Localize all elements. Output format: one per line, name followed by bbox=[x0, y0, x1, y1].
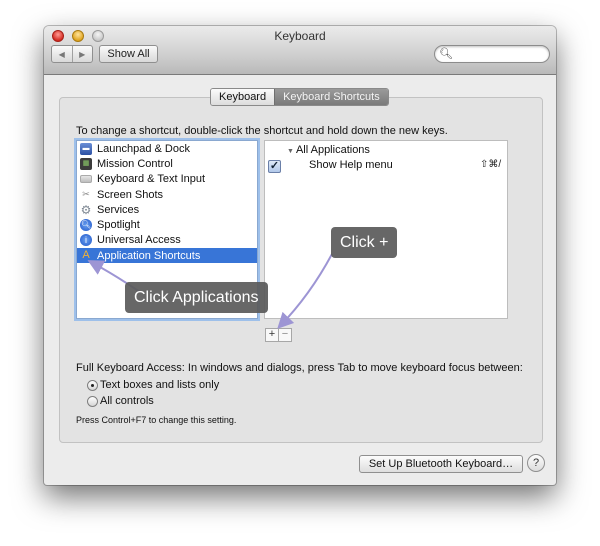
category-item-universal-access[interactable]: i Universal Access bbox=[77, 233, 257, 248]
category-item-keyboard-text-input[interactable]: Keyboard & Text Input bbox=[77, 172, 257, 187]
tab-keyboard-shortcuts[interactable]: Keyboard Shortcuts bbox=[274, 89, 388, 105]
control-f7-hint: Press Control+F7 to change this setting. bbox=[76, 415, 237, 425]
screenshot-icon: ✂ bbox=[82, 189, 90, 200]
shortcut-enabled-checkbox[interactable]: ✓ bbox=[268, 160, 281, 173]
shortcut-group-all-applications[interactable]: ▼ All Applications bbox=[287, 144, 370, 156]
shortcut-name: Show Help menu bbox=[309, 159, 393, 171]
nav-back-forward: ◀ ▶ bbox=[51, 45, 93, 63]
mission-control-icon: ▦ bbox=[80, 157, 92, 170]
search-field[interactable]: 🔍︎ bbox=[434, 45, 550, 63]
callout-click-plus: Click + bbox=[331, 227, 398, 258]
services-gear-icon: ⚙ bbox=[80, 202, 92, 217]
category-item-screen-shots[interactable]: ✂ Screen Shots bbox=[77, 187, 257, 202]
shortcut-row[interactable]: ✓ Show Help menu ⇧⌘/ bbox=[268, 159, 504, 173]
titlebar: Keyboard ◀ ▶ Show All 🔍︎ bbox=[44, 26, 556, 75]
full-keyboard-access-label: Full Keyboard Access: In windows and dia… bbox=[76, 362, 523, 374]
radio-button-selected[interactable] bbox=[87, 379, 98, 391]
radio-text-boxes-lists[interactable]: Text boxes and lists only bbox=[87, 379, 219, 391]
setup-bluetooth-keyboard-button[interactable]: Set Up Bluetooth Keyboard… bbox=[359, 455, 523, 473]
app-shortcuts-icon: A bbox=[82, 249, 90, 262]
remove-shortcut-button[interactable]: − bbox=[279, 328, 292, 342]
universal-access-icon: i bbox=[80, 234, 92, 247]
add-shortcut-button[interactable]: + bbox=[265, 328, 279, 342]
category-item-services[interactable]: ⚙ Services bbox=[77, 202, 257, 217]
forward-arrow-icon[interactable]: ▶ bbox=[73, 46, 93, 62]
disclosure-triangle-icon[interactable]: ▼ bbox=[287, 148, 294, 155]
back-arrow-icon[interactable]: ◀ bbox=[52, 46, 73, 62]
category-item-launchpad-dock[interactable]: ▬ Launchpad & Dock bbox=[77, 141, 257, 156]
instruction-text: To change a shortcut, double-click the s… bbox=[76, 125, 448, 137]
radio-all-controls[interactable]: All controls bbox=[87, 395, 154, 407]
help-button[interactable]: ? bbox=[527, 454, 545, 472]
magnifier-icon: 🔍︎ bbox=[439, 48, 453, 60]
window-title: Keyboard bbox=[274, 29, 326, 43]
radio-button[interactable] bbox=[87, 395, 98, 407]
spotlight-icon: 🔍︎ bbox=[80, 219, 92, 232]
shortcut-keys[interactable]: ⇧⌘/ bbox=[480, 159, 501, 170]
category-item-application-shortcuts[interactable]: A Application Shortcuts bbox=[77, 248, 257, 264]
launchpad-dock-icon: ▬ bbox=[80, 142, 92, 155]
tab-keyboard[interactable]: Keyboard bbox=[211, 89, 275, 105]
category-item-spotlight[interactable]: 🔍︎ Spotlight bbox=[77, 217, 257, 232]
keyboard-icon bbox=[80, 175, 92, 184]
keyboard-preferences-window: Keyboard ◀ ▶ Show All 🔍︎ Keyboard Keyboa… bbox=[44, 26, 556, 485]
show-all-button[interactable]: Show All bbox=[99, 45, 158, 63]
tab-bar: Keyboard Keyboard Shortcuts bbox=[210, 88, 389, 106]
category-item-mission-control[interactable]: ▦ Mission Control bbox=[77, 156, 257, 171]
callout-click-applications: Click Applications bbox=[125, 282, 268, 313]
add-remove-buttons: + − bbox=[265, 328, 292, 342]
